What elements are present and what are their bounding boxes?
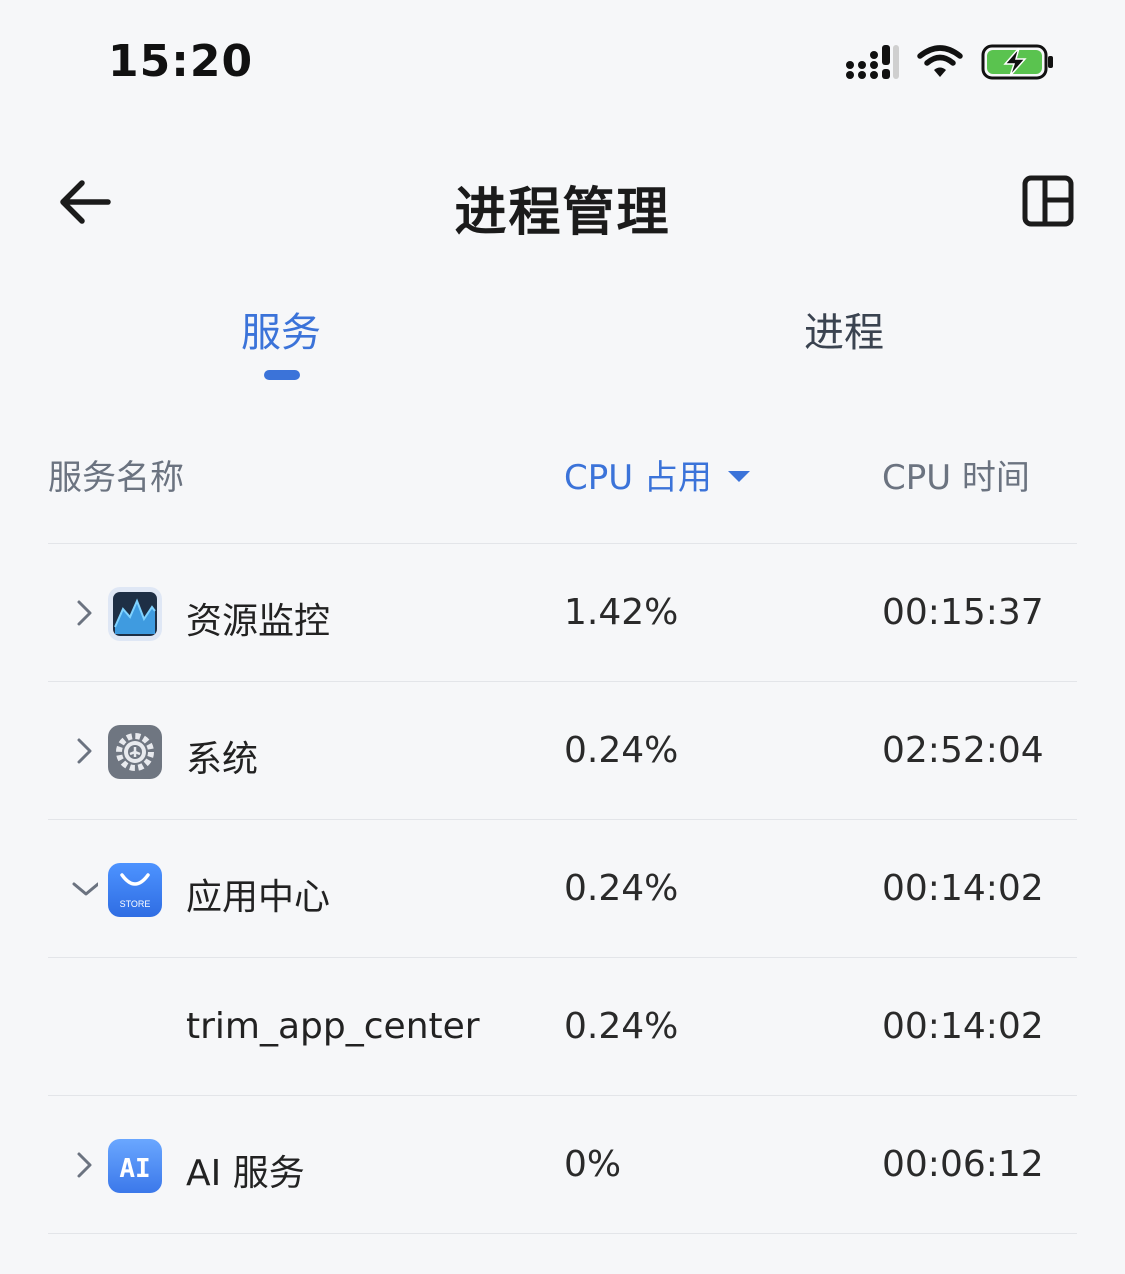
chevron-down-icon[interactable] (68, 874, 98, 904)
service-name: AI 服务 (186, 1153, 305, 1194)
nav-bar: 进程管理 (0, 150, 1125, 250)
column-header-cpu-time[interactable]: CPU 时间 (882, 450, 1030, 499)
tab-services[interactable]: 服务 (181, 300, 381, 358)
cpu-time-value: 00:14:02 (882, 868, 1044, 909)
table-header: 服务名称 CPU 占用 CPU 时间 (48, 440, 1077, 510)
tab-processes[interactable]: 进程 (744, 300, 944, 358)
process-name: trim_app_center (186, 1006, 480, 1047)
cpu-time-value: 00:15:37 (882, 592, 1044, 633)
column-header-cpu-usage[interactable]: CPU 占用 (564, 450, 750, 499)
chevron-right-icon[interactable] (72, 1150, 96, 1180)
ai-service-icon-text: AI (119, 1154, 150, 1184)
service-name: 资源监控 (186, 601, 331, 642)
sort-desc-icon (727, 471, 750, 482)
service-name: 应用中心 (186, 877, 331, 918)
cpu-usage-value: 0.24% (564, 730, 679, 771)
layout-toggle-button[interactable] (1021, 174, 1077, 230)
resource-monitor-icon (108, 587, 162, 641)
status-icons (845, 42, 1055, 82)
service-name: 系统 (186, 739, 259, 780)
system-settings-icon (108, 725, 162, 779)
tab-bar: 服务 进程 (0, 290, 1125, 390)
status-time: 15:20 (108, 36, 254, 87)
signal-icon (846, 45, 899, 79)
cpu-time-value: 02:52:04 (882, 730, 1044, 771)
column-header-name: 服务名称 (48, 458, 184, 498)
table-row[interactable]: AI AI 服务 0% 00:06:12 (48, 1095, 1077, 1234)
chevron-right-icon[interactable] (72, 736, 96, 766)
table-row[interactable]: STORE 应用中心 0.24% 00:14:02 (48, 819, 1077, 957)
chevron-right-icon[interactable] (72, 598, 96, 628)
page-title: 进程管理 (454, 183, 671, 243)
service-list: 资源监控 1.42% 00:15:37 系统 0.24% 02:52:04 ST… (48, 543, 1077, 1234)
cpu-time-value: 00:06:12 (882, 1144, 1044, 1185)
status-bar: 15:20 (0, 0, 1125, 130)
table-row[interactable]: 系统 0.24% 02:52:04 (48, 681, 1077, 819)
app-store-icon-text: STORE (120, 899, 151, 909)
cpu-usage-label: CPU 占用 (564, 458, 712, 498)
ai-service-icon: AI (108, 1139, 162, 1193)
cpu-time-value: 00:14:02 (882, 1006, 1044, 1047)
tab-active-indicator (264, 370, 300, 380)
wifi-icon (917, 45, 963, 77)
cpu-usage-value: 0% (564, 1144, 622, 1185)
cpu-usage-value: 0.24% (564, 868, 679, 909)
app-store-icon: STORE (108, 863, 162, 917)
cpu-usage-value: 1.42% (564, 592, 679, 633)
table-row[interactable]: 资源监控 1.42% 00:15:37 (48, 543, 1077, 681)
split-view-icon (1022, 175, 1074, 227)
battery-charging-icon (981, 44, 1053, 80)
table-row-child[interactable]: trim_app_center 0.24% 00:14:02 (48, 957, 1077, 1095)
cpu-usage-value: 0.24% (564, 1006, 679, 1047)
